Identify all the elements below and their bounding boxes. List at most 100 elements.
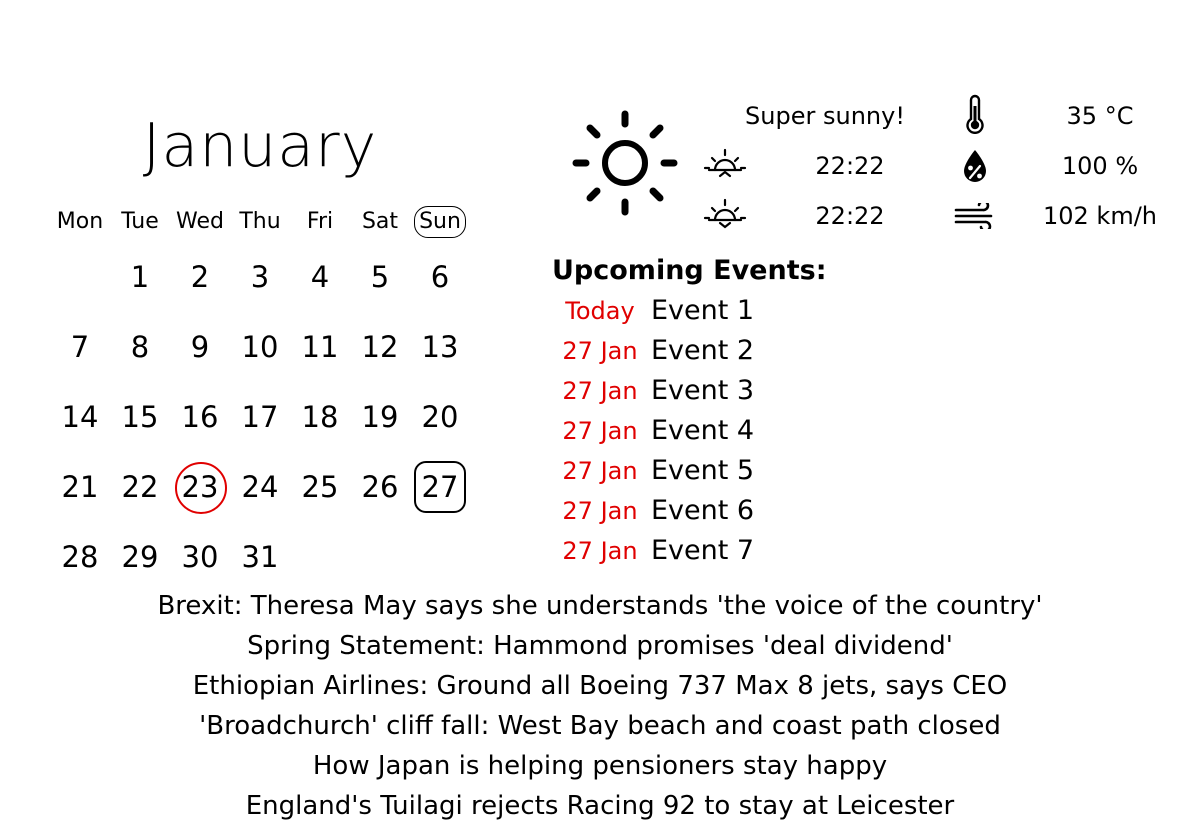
calendar-day-13[interactable]: 13 (410, 327, 470, 367)
calendar-day-29[interactable]: 29 (110, 537, 170, 577)
event-item[interactable]: 27 Jan Event 7 (555, 531, 754, 571)
day-number: 27 (421, 470, 459, 504)
calendar-day-2[interactable]: 2 (170, 257, 230, 297)
calendar-day-24[interactable]: 24 (230, 467, 290, 507)
calendar-day-30[interactable]: 30 (170, 537, 230, 577)
day-number: 28 (61, 540, 99, 574)
weekday-label: Fri (306, 209, 334, 234)
calendar-day-16[interactable]: 16 (170, 397, 230, 437)
calendar-day-10[interactable]: 10 (230, 327, 290, 367)
news-headline[interactable]: England's Tuilagi rejects Racing 92 to s… (0, 786, 1200, 826)
event-date: Today (565, 297, 635, 325)
day-number: 17 (241, 400, 279, 434)
day-number: 3 (250, 260, 270, 294)
day-number: 29 (121, 540, 159, 574)
event-item[interactable]: 27 Jan Event 4 (555, 411, 754, 451)
calendar-day-18[interactable]: 18 (290, 397, 350, 437)
calendar-day-17[interactable]: 17 (230, 397, 290, 437)
humidity-drop-icon (964, 150, 986, 182)
calendar-day-19[interactable]: 19 (350, 397, 410, 437)
calendar-day-12[interactable]: 12 (350, 327, 410, 367)
calendar-day-8[interactable]: 8 (110, 327, 170, 367)
calendar-day-1[interactable]: 1 (110, 257, 170, 297)
weekday-wed: Wed (170, 205, 230, 239)
news-headline[interactable]: Spring Statement: Hammond promises 'deal… (0, 626, 1200, 666)
calendar-day-20[interactable]: 20 (410, 397, 470, 437)
day-number: 1 (130, 260, 150, 294)
calendar-day-22[interactable]: 22 (110, 467, 170, 507)
humidity-value: 100 % (1061, 152, 1139, 180)
calendar-day-11[interactable]: 11 (290, 327, 350, 367)
news-headline[interactable]: Brexit: Theresa May says she understands… (0, 586, 1200, 626)
weekday-label: Thu (239, 209, 281, 234)
day-number: 16 (181, 400, 219, 434)
calendar-day-21[interactable]: 21 (50, 467, 110, 507)
event-item[interactable]: 27 Jan Event 2 (555, 331, 754, 371)
event-item[interactable]: 27 Jan Event 5 (555, 451, 754, 491)
thermometer-icon (966, 94, 984, 134)
day-number: 22 (121, 470, 159, 504)
calendar-day-25[interactable]: 25 (290, 467, 350, 507)
day-number: 4 (310, 260, 330, 294)
day-number: 2 (190, 260, 210, 294)
event-name: Event 7 (651, 535, 755, 566)
calendar-day-26[interactable]: 26 (350, 467, 410, 507)
weather-description: Super sunny! (745, 102, 905, 130)
day-number: 23 (181, 470, 219, 504)
event-date: 27 Jan (562, 377, 638, 405)
day-number: 5 (370, 260, 390, 294)
sunset-time: 22:22 (815, 202, 885, 230)
day-number: 13 (421, 330, 459, 364)
day-number: 10 (241, 330, 279, 364)
calendar-day-27[interactable]: 27 (410, 461, 470, 513)
calendar-day-31[interactable]: 31 (230, 537, 290, 577)
calendar-day-9[interactable]: 9 (170, 327, 230, 367)
calendar-day-14[interactable]: 14 (50, 397, 110, 437)
event-date: 27 Jan (562, 337, 638, 365)
calendar-day-3[interactable]: 3 (230, 257, 290, 297)
sunrise-icon (703, 148, 747, 178)
news-headline[interactable]: How Japan is helping pensioners stay hap… (0, 746, 1200, 786)
event-date: 27 Jan (562, 497, 638, 525)
day-number: 30 (181, 540, 219, 574)
event-name: Event 2 (651, 335, 755, 366)
event-date: 27 Jan (562, 537, 638, 565)
calendar-day-6[interactable]: 6 (410, 257, 470, 297)
event-date: 27 Jan (562, 457, 638, 485)
event-date: 27 Jan (562, 417, 638, 445)
calendar-day-23[interactable]: 23 (170, 462, 230, 514)
day-number: 12 (361, 330, 399, 364)
day-number: 14 (61, 400, 99, 434)
temperature-value: 35 °C (1066, 102, 1134, 130)
day-number: 21 (61, 470, 99, 504)
day-number: 9 (190, 330, 210, 364)
event-item[interactable]: Today Event 1 (555, 291, 754, 331)
weekday-sat: Sat (350, 205, 410, 239)
wind-icon (954, 203, 993, 229)
calendar-day-7[interactable]: 7 (50, 327, 110, 367)
event-item[interactable]: 27 Jan Event 6 (555, 491, 754, 531)
event-item[interactable]: 27 Jan Event 3 (555, 371, 754, 411)
news-headline[interactable]: 'Broadchurch' cliff fall: West Bay beach… (0, 706, 1200, 746)
weekday-label: Sat (361, 209, 399, 234)
day-number: 8 (130, 330, 150, 364)
weekday-tue: Tue (110, 205, 170, 239)
calendar-day-4[interactable]: 4 (290, 257, 350, 297)
news-headline[interactable]: Ethiopian Airlines: Ground all Boeing 73… (0, 666, 1200, 706)
event-name: Event 3 (651, 375, 755, 406)
weekday-label: Sun (414, 206, 466, 238)
day-number: 6 (430, 260, 450, 294)
calendar-day-15[interactable]: 15 (110, 397, 170, 437)
calendar-day-5[interactable]: 5 (350, 257, 410, 297)
day-number: 7 (70, 330, 90, 364)
sunset-icon (703, 198, 747, 229)
event-name: Event 5 (651, 455, 755, 486)
day-number: 19 (361, 400, 399, 434)
weekday-thu: Thu (230, 205, 290, 239)
calendar-day-28[interactable]: 28 (50, 537, 110, 577)
event-name: Event 4 (651, 415, 755, 446)
event-name: Event 6 (651, 495, 755, 526)
weekday-mon: Mon (50, 205, 110, 239)
weekday-label: Wed (176, 209, 224, 234)
sunrise-time: 22:22 (815, 152, 885, 180)
